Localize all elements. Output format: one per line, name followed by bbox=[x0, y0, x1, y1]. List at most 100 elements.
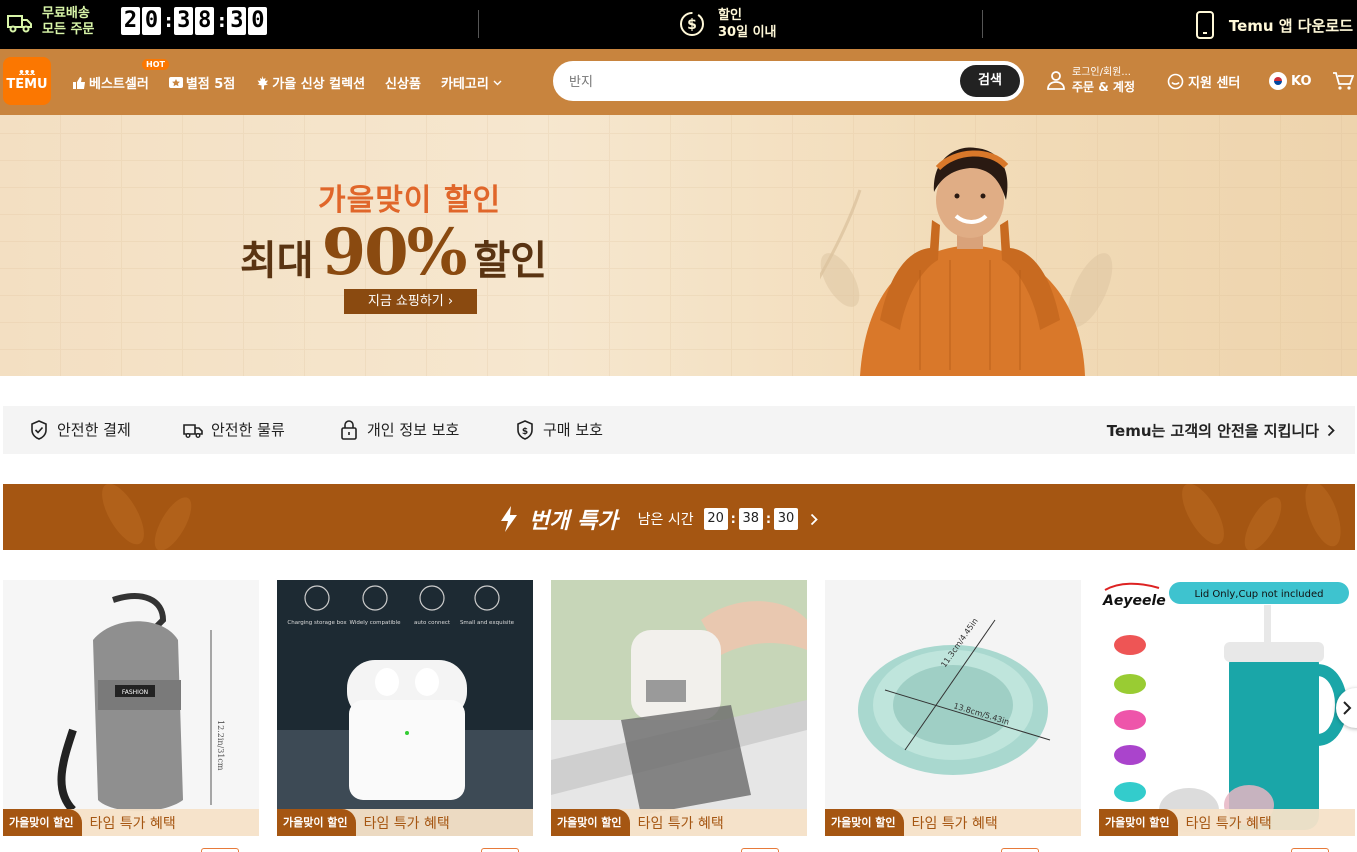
trust-safe-payment[interactable]: 안전한 결제 bbox=[29, 419, 131, 440]
search-input[interactable] bbox=[569, 72, 949, 92]
product-card[interactable]: Charging storage box Widely compatible a… bbox=[277, 580, 533, 836]
shipping-line2: 모든 주문 bbox=[42, 22, 95, 37]
flash-countdown: 20 : 38 : 30 bbox=[703, 508, 799, 530]
shipping-line1: 무료배송 bbox=[42, 6, 90, 21]
language-selector[interactable]: KO bbox=[1269, 72, 1312, 90]
feature-text: Widely compatible bbox=[350, 620, 402, 626]
product-image-tumbler-lids: Aeyeele Lid Only,Cup not included bbox=[1099, 580, 1355, 836]
product-card[interactable]: 11.3cm/4.45in 13.8cm/5.43in 가을맞이 할인 타임 특… bbox=[825, 580, 1081, 836]
time-remaining-label: 남은 시간 bbox=[637, 512, 694, 528]
shield-check-icon bbox=[31, 419, 47, 440]
fall-sale-badge: 가을맞이 할인 bbox=[1099, 809, 1178, 836]
svg-text:$: $ bbox=[687, 17, 697, 33]
product-tag: 가을맞이 할인 타임 특가 혜택 bbox=[1099, 809, 1355, 836]
price-badge-partial bbox=[1291, 848, 1329, 852]
nav-fall-collection[interactable]: 가을 신상 컬렉션 bbox=[255, 73, 365, 92]
safety-info-label: Temu는 고객의 안전을 지킵니다 bbox=[1106, 422, 1319, 440]
trust-bar: 안전한 결제 안전한 물류 개인 정보 보호 $ 구매 보호 Temu는 고객의… bbox=[3, 406, 1355, 454]
product-card[interactable]: FASHION 12.2in/31cm 가을맞이 할인 타임 특가 혜택 bbox=[3, 580, 259, 836]
sale-line1: 할인 bbox=[718, 8, 742, 23]
chat-smile-icon bbox=[1167, 73, 1184, 90]
thumbs-up-icon bbox=[73, 76, 85, 89]
note-text: Lid Only,Cup not included bbox=[1195, 589, 1324, 600]
leaf-decoration bbox=[102, 484, 192, 550]
chevron-right-icon bbox=[810, 513, 818, 525]
star-badge-icon bbox=[168, 76, 183, 88]
user-icon bbox=[1047, 71, 1065, 90]
korea-flag-icon bbox=[1269, 72, 1287, 90]
free-shipping-promo[interactable]: 무료배송 모든 주문 bbox=[6, 6, 94, 38]
sale-line2: 30일 이내 bbox=[718, 25, 777, 40]
trust-label: 구매 보호 bbox=[543, 421, 603, 439]
main-nav: ᴥᴥᴥ TEMU 베스트셀러 HOT 별점 5점 가을 신상 컬렉션 신상품 카… bbox=[0, 49, 1357, 115]
trust-purchase-protection[interactable]: $ 구매 보호 bbox=[515, 419, 603, 440]
flash-sale-bar[interactable]: 번개 특가 남은 시간 20 : 38 : 30 bbox=[3, 484, 1355, 550]
price-adjust-promo[interactable]: $ 할인 30일 이내 bbox=[678, 7, 777, 41]
fall-sale-badge: 가을맞이 할인 bbox=[825, 809, 904, 836]
price-badge-partial bbox=[481, 848, 519, 852]
time-deal-label: 타임 특가 혜택 bbox=[1185, 815, 1272, 832]
nav-bestseller-label: 베스트셀러 bbox=[89, 77, 149, 92]
product-tag: 가을맞이 할인 타임 특가 혜택 bbox=[551, 809, 807, 836]
banner-discount: 90% bbox=[321, 215, 468, 290]
cart-icon bbox=[1333, 72, 1355, 90]
product-image-dumpling-mold: 11.3cm/4.45in 13.8cm/5.43in bbox=[825, 580, 1081, 836]
countdown-seconds: 30 bbox=[774, 508, 799, 530]
account-menu[interactable]: 로그인/회원... 주문 & 계정 bbox=[1046, 66, 1135, 94]
flash-sale-header: 번개 특가 남은 시간 20 : 38 : 30 bbox=[499, 503, 818, 535]
product-tag: 가을맞이 할인 타임 특가 혜택 bbox=[277, 809, 533, 836]
nav-categories[interactable]: 카테고리 bbox=[441, 73, 502, 92]
flash-sale-title: 번개 특가 bbox=[529, 509, 618, 534]
safety-info-link[interactable]: Temu는 고객의 안전을 지킵니다 bbox=[1107, 420, 1335, 441]
banner-headline: 최대 90% 할인 bbox=[240, 215, 547, 290]
support-center-link[interactable]: 지원 센터 bbox=[1167, 72, 1240, 91]
trust-privacy[interactable]: 개인 정보 보호 bbox=[339, 419, 459, 440]
cart-button[interactable] bbox=[1332, 71, 1355, 95]
time-deal-label: 타임 특가 혜택 bbox=[911, 815, 998, 832]
nav-five-star[interactable]: 별점 5점 bbox=[168, 73, 235, 92]
product-card[interactable]: Aeyeele Lid Only,Cup not included 가을맞이 할… bbox=[1099, 580, 1355, 836]
countdown-colon: : bbox=[218, 10, 226, 32]
banner-suffix: 할인 bbox=[473, 238, 548, 284]
shield-dollar-icon: $ bbox=[517, 419, 533, 440]
lock-icon bbox=[341, 419, 357, 440]
feature-text: auto connect bbox=[414, 620, 451, 626]
account-line2: 주문 & 계정 bbox=[1072, 80, 1135, 94]
search-button[interactable]: 검색 bbox=[960, 65, 1020, 97]
countdown-hours: 20 bbox=[703, 508, 728, 530]
fall-sale-badge: 가을맞이 할인 bbox=[3, 809, 82, 836]
trust-label: 안전한 결제 bbox=[57, 421, 131, 439]
product-card[interactable]: 가을맞이 할인 타임 특가 혜택 bbox=[551, 580, 807, 836]
countdown-digit: 2 bbox=[121, 7, 140, 35]
time-deal-label: 타임 특가 혜택 bbox=[637, 815, 724, 832]
app-download-link[interactable]: Temu 앱 다운로드 bbox=[1195, 11, 1353, 39]
countdown-colon: : bbox=[730, 511, 736, 527]
svg-text:$: $ bbox=[522, 427, 528, 437]
lightning-icon bbox=[501, 506, 517, 532]
hero-banner[interactable]: 가을맞이 할인 최대 90% 할인 지금 쇼핑하기 › bbox=[0, 115, 1357, 376]
countdown-timer: 2 0 : 3 8 : 3 0 bbox=[121, 7, 269, 35]
banner-subtitle: 가을맞이 할인 bbox=[318, 183, 502, 218]
trust-safe-logistics[interactable]: 안전한 물류 bbox=[183, 419, 285, 440]
countdown-minutes: 38 bbox=[738, 508, 763, 530]
truck-icon bbox=[7, 15, 32, 33]
nav-bestseller[interactable]: 베스트셀러 HOT bbox=[72, 59, 169, 92]
temu-logo[interactable]: ᴥᴥᴥ TEMU bbox=[3, 57, 51, 105]
chevron-right-icon bbox=[1343, 701, 1352, 715]
feature-text: Charging storage box bbox=[287, 620, 347, 626]
product-tag: 가을맞이 할인 타임 특가 혜택 bbox=[825, 809, 1081, 836]
time-deal-label: 타임 특가 혜택 bbox=[89, 815, 176, 832]
truck-icon bbox=[183, 423, 203, 438]
countdown-digit: 3 bbox=[227, 7, 247, 35]
logo-text: TEMU bbox=[6, 77, 48, 92]
support-label: 지원 센터 bbox=[1188, 76, 1241, 91]
countdown-digit: 3 bbox=[174, 7, 194, 35]
trust-label: 개인 정보 보호 bbox=[367, 421, 460, 439]
nav-new-arrivals[interactable]: 신상품 bbox=[385, 73, 421, 92]
feature-text: Small and exquisite bbox=[460, 620, 515, 626]
countdown-digit: 8 bbox=[195, 7, 215, 35]
shop-now-button[interactable]: 지금 쇼핑하기 › bbox=[344, 289, 477, 314]
product-image-sling-bag: FASHION 12.2in/31cm bbox=[3, 580, 259, 836]
product-tag: 가을맞이 할인 타임 특가 혜택 bbox=[3, 809, 259, 836]
brick-background bbox=[0, 115, 1357, 376]
